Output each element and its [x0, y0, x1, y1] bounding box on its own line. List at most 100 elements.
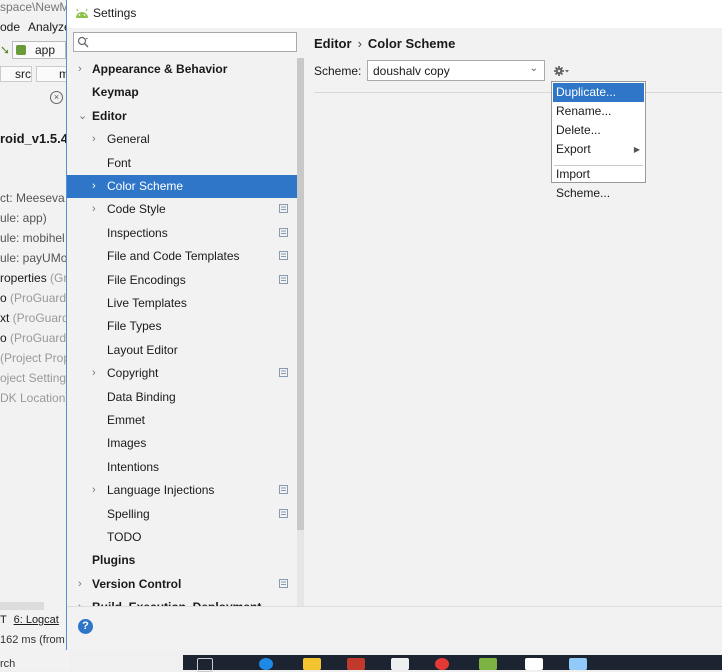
title-bar[interactable]: Settings: [67, 0, 722, 28]
tree-node-language-injections[interactable]: › Language Injections: [67, 479, 297, 502]
store-icon[interactable]: [391, 658, 409, 670]
tree-node-keymap[interactable]: Keymap: [67, 81, 297, 104]
chevron-right-icon[interactable]: ›: [92, 175, 102, 198]
run-config-selector[interactable]: app: [12, 41, 66, 59]
tree-node-file-and-code-templates[interactable]: File and Code Templates: [67, 245, 297, 268]
crumb-main[interactable]: m: [36, 66, 70, 82]
tree-scrollbar[interactable]: [297, 58, 304, 606]
tool-icon[interactable]: [569, 658, 587, 670]
project-scope-icon: [279, 204, 288, 214]
breadcrumb-editor: Editor: [314, 36, 352, 51]
edge-icon[interactable]: [259, 658, 273, 670]
tree-node-spelling[interactable]: Spelling: [67, 503, 297, 526]
chevron-right-icon[interactable]: ›: [78, 573, 88, 596]
build-arrow-icon[interactable]: ➘: [0, 43, 10, 57]
chevron-right-icon[interactable]: ›: [92, 362, 102, 385]
ide-tree-line[interactable]: xt (ProGuard: [0, 311, 70, 331]
dialog-bottom-bar: ?: [67, 606, 722, 650]
chevron-right-icon[interactable]: ›: [92, 198, 102, 221]
ide-tree-line[interactable]: ule: app): [0, 211, 70, 231]
tree-node-label: Font: [107, 155, 132, 170]
tree-node-file-encodings[interactable]: File Encodings: [67, 269, 297, 292]
ide-tree-line[interactable]: oject Setting: [0, 371, 70, 391]
tree-node-label: Color Scheme: [107, 179, 184, 193]
ide-menu-analyze[interactable]: Analyze: [28, 20, 70, 34]
settings-search-input[interactable]: [73, 32, 297, 52]
ide-tree-line[interactable]: o (ProGuard: [0, 331, 70, 351]
menu-item-duplicate[interactable]: Duplicate...: [553, 83, 644, 102]
tree-node-intentions[interactable]: Intentions: [67, 456, 297, 479]
tree-node-layout-editor[interactable]: Layout Editor: [67, 339, 297, 362]
menu-item-import-scheme[interactable]: Import Scheme...: [553, 165, 644, 200]
tree-node-build-execution-deployment[interactable]: › Build, Execution, Deployment: [67, 596, 297, 606]
project-scope-icon: [279, 578, 288, 588]
tree-node-version-control[interactable]: › Version Control: [67, 573, 297, 596]
tree-node-editor[interactable]: ⌄ Editor: [67, 105, 297, 128]
ide-tree-line[interactable]: DK Location): [0, 391, 70, 411]
logcat-prefix: T: [0, 614, 7, 626]
tree-node-label: Emmet: [107, 413, 146, 427]
menu-item-label: Export: [556, 142, 591, 156]
menu-item-rename[interactable]: Rename...: [553, 102, 644, 121]
chevron-right-icon[interactable]: ›: [92, 128, 102, 151]
tree-node-data-binding[interactable]: Data Binding: [67, 386, 297, 409]
tree-node-label: Editor: [92, 108, 127, 123]
document-icon[interactable]: [525, 658, 543, 670]
tree-node-label: Inspections: [107, 225, 168, 240]
scheme-dropdown[interactable]: doushalv copy ⌄: [367, 60, 545, 81]
scheme-label: Scheme:: [314, 64, 362, 78]
ide-tree-line[interactable]: o (ProGuard: [0, 291, 70, 311]
close-circle-icon[interactable]: ×: [50, 91, 63, 104]
ide-line-text: ule: mobihel: [0, 231, 65, 245]
tree-node-emmet[interactable]: Emmet: [67, 409, 297, 432]
ide-line-suffix: (Gr: [46, 271, 68, 285]
tree-node-label: Appearance & Behavior: [92, 62, 228, 76]
taskbar-search-text[interactable]: rch: [0, 658, 15, 670]
android-studio-icon[interactable]: [479, 658, 497, 670]
logcat-tab[interactable]: T 6: Logcat: [0, 614, 59, 632]
ide-tree-line[interactable]: roperties (Gr: [0, 271, 70, 291]
chevron-right-icon[interactable]: ›: [92, 479, 102, 502]
ide-tree-line[interactable]: ule: payUMo: [0, 251, 70, 271]
tree-node-file-types[interactable]: File Types: [67, 315, 297, 338]
tree-node-general[interactable]: › General: [67, 128, 297, 151]
tree-node-todo[interactable]: TODO: [67, 526, 297, 549]
tree-node-label: Build, Execution, Deployment: [92, 596, 261, 606]
tree-node-plugins[interactable]: Plugins: [67, 549, 297, 572]
ide-tree-line[interactable]: ct: Meeseva: [0, 191, 70, 211]
tree-node-code-style[interactable]: › Code Style: [67, 198, 297, 221]
app-icon[interactable]: [347, 658, 365, 670]
tree-node-appearance-behavior[interactable]: › Appearance & Behavior: [67, 58, 297, 81]
settings-window: Settings › Appearance & Behavior Keymap ⌄ Ed…: [66, 0, 722, 650]
ide-tree-line[interactable]: (Project Prop: [0, 351, 70, 371]
tree-node-images[interactable]: Images: [67, 432, 297, 455]
chevron-down-icon: ⌄: [529, 63, 538, 74]
folder-icon[interactable]: [303, 658, 321, 670]
tree-node-label: Plugins: [92, 553, 136, 568]
chevron-down-icon[interactable]: ⌄: [78, 105, 88, 128]
ide-tree-line[interactable]: ule: mobihel: [0, 231, 70, 251]
ide-horizontal-scrollbar[interactable]: [0, 602, 44, 610]
ide-menu-code[interactable]: ode: [0, 20, 20, 34]
tree-node-copyright[interactable]: › Copyright: [67, 362, 297, 385]
tree-scrollbar-thumb[interactable]: [297, 58, 304, 530]
crumb-src[interactable]: src: [0, 66, 32, 82]
tree-node-label: Data Binding: [107, 389, 176, 404]
chevron-right-icon[interactable]: ›: [78, 596, 88, 606]
help-icon[interactable]: ?: [78, 619, 93, 634]
chevron-right-icon[interactable]: ›: [78, 58, 88, 81]
windows-taskbar: [183, 655, 722, 672]
menu-item-delete[interactable]: Delete...: [553, 121, 644, 140]
tree-node-inspections[interactable]: Inspections: [67, 222, 297, 245]
ide-menubar: ode Analyze: [0, 18, 70, 38]
tree-node-live-templates[interactable]: Live Templates: [67, 292, 297, 315]
tree-node-label: Spelling: [107, 506, 150, 521]
tree-node-color-scheme[interactable]: › Color Scheme: [67, 175, 297, 198]
gear-icon[interactable]: [553, 64, 569, 78]
ide-line-suffix: (ProGuard: [9, 311, 69, 325]
ide-line-suffix: (Project Prop: [0, 351, 70, 365]
menu-item-export[interactable]: Export ▶: [553, 140, 644, 159]
tree-node-font[interactable]: Font: [67, 152, 297, 175]
breadcrumb: Editor › Color Scheme: [314, 36, 455, 51]
chrome-icon[interactable]: [435, 658, 449, 670]
